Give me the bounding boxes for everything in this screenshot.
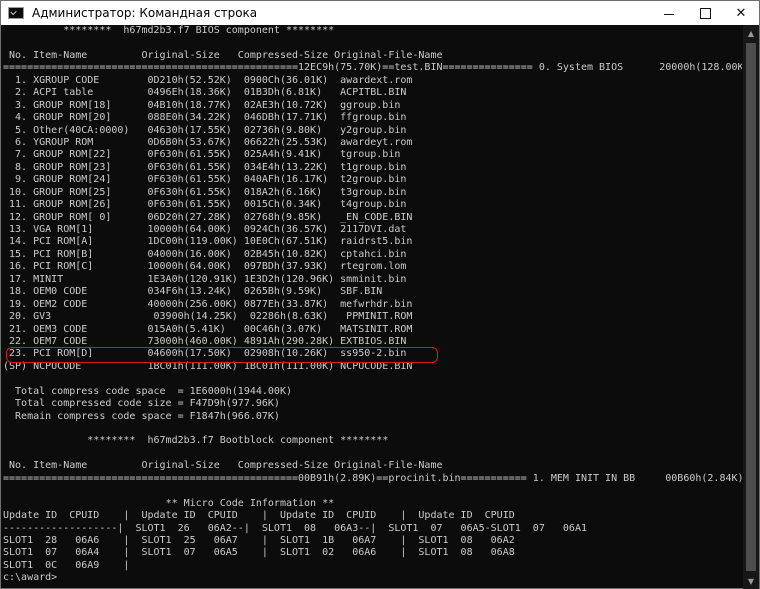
console-line: ========================================… bbox=[3, 62, 742, 74]
minimize-button[interactable] bbox=[651, 1, 687, 25]
console-line: 23. PCI ROM[D] 04600h(17.50K) 02908h(10.… bbox=[3, 348, 407, 360]
console-line: 16. PCI ROM[C] 10000h(64.00K) 097BDh(37.… bbox=[3, 261, 407, 273]
console-line: 10. GROUP ROM[25] 0F630h(61.55K) 018A2h(… bbox=[3, 186, 407, 198]
console-window: Администратор: Командная строка ✕ ******… bbox=[0, 0, 760, 589]
console-line: 1. XGROUP CODE 0D210h(52.52K) 0900Ch(36.… bbox=[3, 74, 413, 86]
console-line: -------------------| SLOT1 26 06A2--| SL… bbox=[3, 522, 587, 534]
console-line: 5. Other(40CA:0000) 04630h(17.55K) 02736… bbox=[3, 124, 407, 136]
console-line: 18. OEM0 CODE 034F6h(13.24K) 0265Bh(9.59… bbox=[3, 286, 383, 298]
vertical-scrollbar[interactable]: ▲ ▼ bbox=[743, 25, 759, 589]
minimize-icon bbox=[664, 13, 674, 15]
console-line: 6. YGROUP ROM 0D6B0h(53.67K) 06622h(25.5… bbox=[3, 136, 413, 148]
console-line: c:\award> bbox=[3, 572, 58, 584]
console-line: 2. ACPI table 0496Eh(18.36K) 01B3Dh(6.81… bbox=[3, 87, 407, 99]
console-line: 19. OEM2 CODE 40000h(256.00K) 0877Eh(33.… bbox=[3, 298, 413, 310]
console-line: ******** h67md2b3.f7 Bootblock component… bbox=[3, 435, 389, 447]
console-line: 15. PCI ROM[B] 04000h(16.00K) 02B45h(10.… bbox=[3, 248, 407, 260]
console-line: (SP) NCPUCODE 1BC01h(111.00K) 1BC01h(111… bbox=[3, 360, 413, 372]
console-line: 3. GROUP ROM[18] 04B10h(18.77K) 02AE3h(1… bbox=[3, 99, 401, 111]
console-line: 17. MINIT 1E3A0h(120.91K) 1E3D2h(120.96K… bbox=[3, 273, 407, 285]
console-line: 11. GROUP ROM[26] 0F630h(61.55K) 0015Ch(… bbox=[3, 199, 407, 211]
scroll-down-arrow-icon[interactable]: ▼ bbox=[743, 573, 759, 589]
title-bar[interactable]: Администратор: Командная строка ✕ bbox=[1, 1, 759, 25]
console-line: 8. GROUP ROM[23] 0F630h(61.55K) 034E4h(1… bbox=[3, 161, 407, 173]
console-line: No. Item-Name Original-Size Compressed-S… bbox=[3, 49, 443, 61]
console-output[interactable]: ******** h67md2b3.f7 BIOS component ****… bbox=[1, 25, 742, 589]
console-app-icon[interactable] bbox=[8, 7, 24, 19]
console-line: Total compress code space = 1E6000h(1944… bbox=[3, 385, 292, 397]
console-line: Update ID CPUID | Update ID CPUID | Upda… bbox=[3, 510, 515, 522]
console-line: Total compressed code size = F47D9h(977.… bbox=[3, 398, 280, 410]
console-line: ** Micro Code Information ** bbox=[3, 497, 335, 509]
close-icon: ✕ bbox=[735, 5, 747, 21]
console-line: 21. OEM3 CODE 015A0h(5.41K) 00C46h(3.07K… bbox=[3, 323, 413, 335]
maximize-button[interactable] bbox=[687, 1, 723, 25]
console-line: 9. GROUP ROM[24] 0F630h(61.55K) 040AFh(1… bbox=[3, 174, 407, 186]
scroll-up-arrow-icon[interactable]: ▲ bbox=[743, 25, 759, 41]
console-line: No. Item-Name Original-Size Compressed-S… bbox=[3, 460, 443, 472]
console-line: 7. GROUP ROM[22] 0F630h(61.55K) 025A4h(9… bbox=[3, 149, 401, 161]
maximize-icon bbox=[699, 7, 711, 19]
console-line: 22. OEM7 CODE 73000h(460.00K) 4891Ah(290… bbox=[3, 335, 407, 347]
console-line: SLOT1 0C 06A9 | bbox=[3, 559, 130, 571]
console-line: Remain compress code space = F1847h(966.… bbox=[3, 410, 280, 422]
window-title: Администратор: Командная строка bbox=[32, 6, 258, 20]
scroll-thumb[interactable] bbox=[746, 43, 756, 571]
close-button[interactable]: ✕ bbox=[723, 1, 759, 25]
console-line: 4. GROUP ROM[20] 088E0h(34.22K) 046DBh(1… bbox=[3, 112, 407, 124]
console-line: 20. GV3 03900h(14.25K) 02286h(8.63K) PPM… bbox=[3, 311, 413, 323]
console-line: SLOT1 07 06A4 | SLOT1 07 06A5 | SLOT1 02… bbox=[3, 547, 515, 559]
console-line: ========================================… bbox=[3, 472, 742, 484]
console-line: 14. PCI ROM[A] 1DC00h(119.00K) 10E0Ch(67… bbox=[3, 236, 413, 248]
console-line: SLOT1 28 06A6 | SLOT1 25 06A7 | SLOT1 1B… bbox=[3, 534, 515, 546]
console-line: 12. GROUP ROM[ 0] 06D20h(27.28K) 02768h(… bbox=[3, 211, 413, 223]
console-line: ******** h67md2b3.f7 BIOS component ****… bbox=[3, 25, 335, 36]
console-line: 13. VGA ROM[1] 10000h(64.00K) 0924Ch(36.… bbox=[3, 224, 407, 235]
